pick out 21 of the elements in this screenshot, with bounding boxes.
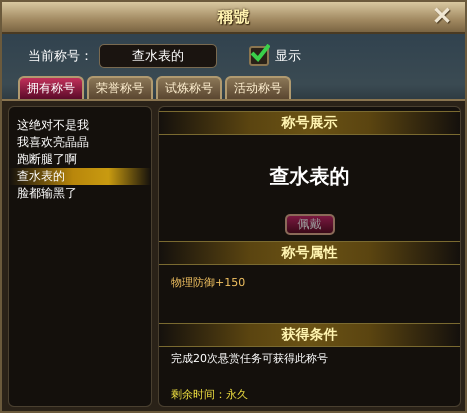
tab[interactable]: 荣誉称号 [87,76,153,99]
section-heading: 获得条件 [159,323,460,347]
show-checkbox[interactable] [249,46,269,66]
tab[interactable]: 试炼称号 [156,76,222,99]
remaining-time-text: 剩余时间：永久 [170,387,249,402]
title-list-item[interactable]: 脸都输黑了 [9,185,151,202]
current-title-label: 当前称号： [28,48,93,65]
window-title: 稱號 [218,6,250,28]
tab[interactable]: 活动称号 [225,76,291,99]
attribute-text: 物理防御+150 [170,275,246,291]
title-list-item[interactable]: 查水表的 [9,168,151,185]
show-label: 显示 [275,48,301,65]
section-heading: 称号展示 [159,111,460,135]
section-heading: 称号属性 [159,241,460,265]
title-list-item[interactable]: 我喜欢亮晶晶 [9,134,151,151]
tab[interactable]: 拥有称号 [18,76,84,99]
title-list-item[interactable]: 这绝对不是我 [9,117,151,134]
current-title-field: 查水表的 [99,44,217,68]
title-preview: 查水表的 [268,163,350,190]
title-list-item[interactable]: 跑断腿了啊 [9,151,151,168]
condition-text: 完成20次悬赏任务可获得此称号 [170,351,329,367]
